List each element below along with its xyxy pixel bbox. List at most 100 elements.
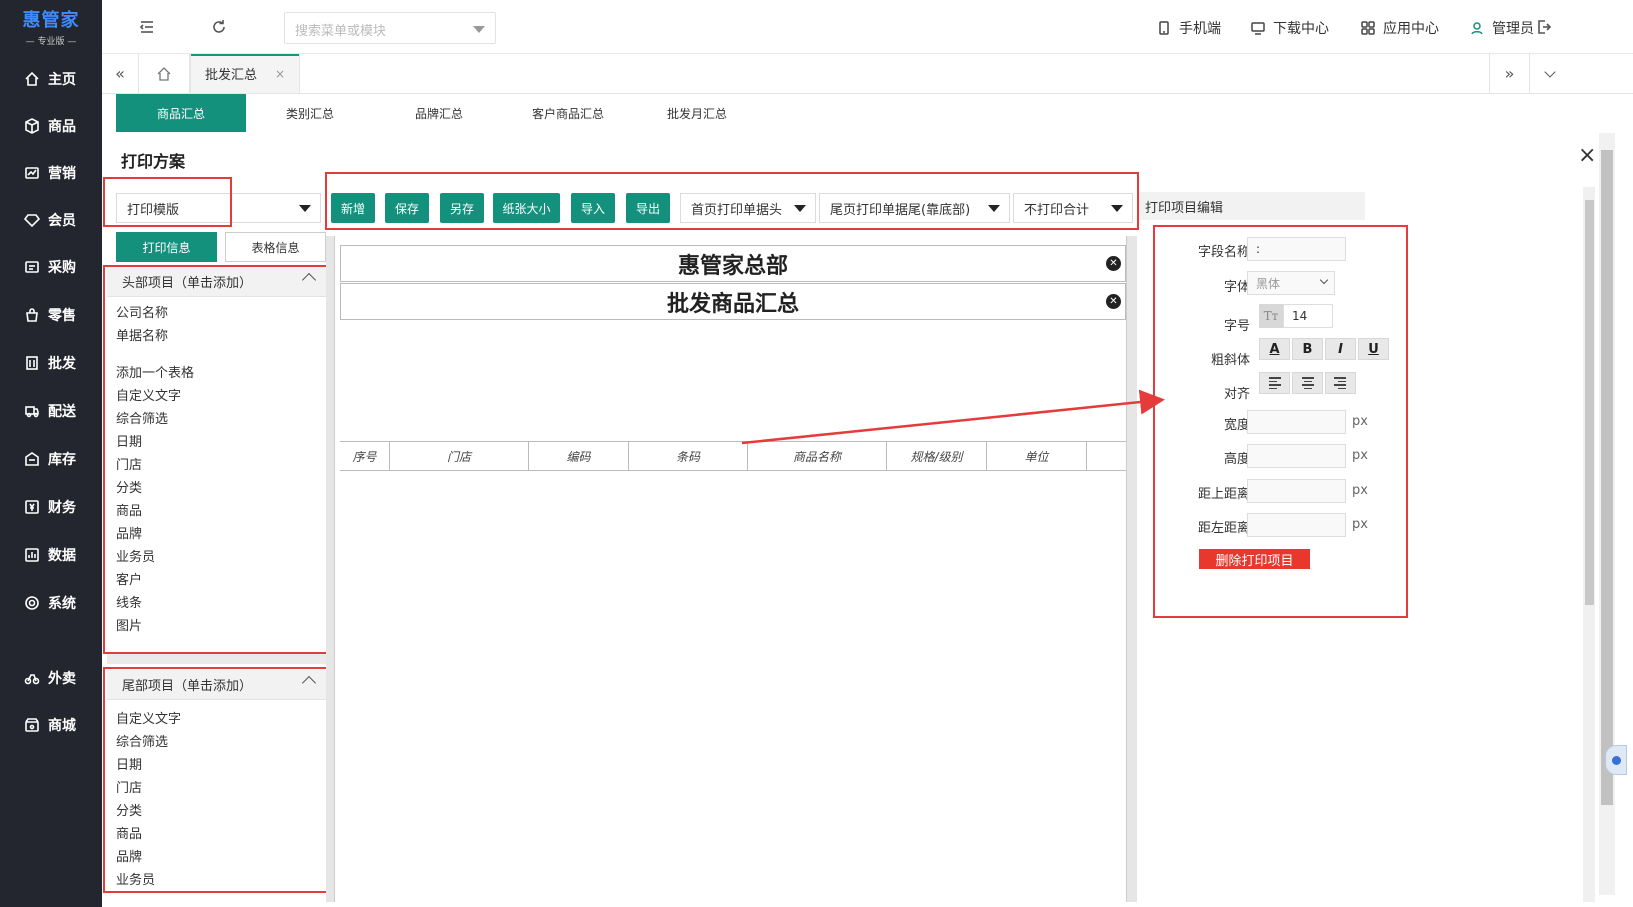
sidebar-item-12[interactable]: 外卖 — [0, 663, 102, 693]
align-center-icon[interactable] — [1292, 372, 1323, 394]
foot-items-panel-header[interactable]: 尾部项目（单击添加） — [107, 670, 326, 700]
head-item[interactable]: 门店 — [116, 454, 142, 473]
head-item[interactable]: 商品 — [116, 500, 142, 519]
sidebar-item-6[interactable]: 批发 — [0, 348, 102, 378]
total-print-select[interactable]: 不打印合计 — [1013, 193, 1133, 223]
remove-item-icon[interactable]: ✕ — [1106, 294, 1121, 309]
refresh-icon[interactable] — [210, 18, 228, 36]
report-tab-category-summary[interactable]: 类别汇总 — [245, 94, 375, 132]
report-tab-monthly-summary[interactable]: 批发月汇总 — [632, 94, 762, 132]
mobile-link[interactable]: 手机端 — [1156, 18, 1221, 38]
report-tab-brand-summary[interactable]: 品牌汇总 — [374, 94, 504, 132]
print-item-company-name[interactable]: 惠管家总部 ✕ — [340, 245, 1126, 282]
sidebar-item-7[interactable]: 配送 — [0, 396, 102, 426]
height-input[interactable] — [1247, 444, 1346, 468]
head-item[interactable]: 公司名称 — [116, 302, 168, 321]
table-column-header[interactable]: 编码 — [529, 442, 629, 470]
header-print-select[interactable]: 首页打印单据头 — [680, 193, 816, 223]
foot-item[interactable]: 门店 — [116, 777, 142, 796]
top-offset-input[interactable] — [1247, 479, 1346, 503]
table-column-header[interactable]: 序号 — [340, 442, 390, 470]
head-item[interactable]: 品牌 — [116, 523, 142, 542]
table-column-header[interactable]: 商品名称 — [748, 442, 887, 470]
head-item[interactable]: 分类 — [116, 477, 142, 496]
font-size-input[interactable]: 14 — [1283, 304, 1333, 328]
foot-item[interactable]: 日期 — [116, 754, 142, 773]
tab-scroll-left-icon[interactable]: « — [102, 54, 138, 93]
head-item[interactable]: 线条 — [116, 592, 142, 611]
page-scrollbar-thumb[interactable] — [1601, 150, 1613, 805]
align-right-icon[interactable] — [1325, 372, 1356, 394]
width-input[interactable] — [1247, 410, 1346, 434]
paper-size-button[interactable]: 纸张大小 — [493, 193, 560, 223]
tab-scroll-right-icon[interactable]: » — [1489, 54, 1529, 93]
foot-item[interactable]: 分类 — [116, 800, 142, 819]
user-menu[interactable]: 管理员 — [1469, 18, 1534, 38]
table-column-header[interactable]: 单位 — [987, 442, 1087, 470]
table-column-header[interactable]: 门店 — [390, 442, 529, 470]
report-tab-product-summary[interactable]: 商品汇总 — [116, 94, 246, 132]
assistant-float-icon[interactable] — [1605, 745, 1627, 775]
sidebar-item-10[interactable]: 数据 — [0, 540, 102, 570]
foot-item[interactable]: 商品 — [116, 823, 142, 842]
export-button[interactable]: 导出 — [626, 193, 670, 223]
print-canvas[interactable] — [334, 236, 1127, 902]
underline-button[interactable]: U — [1358, 338, 1389, 360]
table-info-tab[interactable]: 表格信息 — [225, 232, 326, 262]
footer-print-select[interactable]: 尾页打印单据尾(靠底部) — [819, 193, 1010, 223]
save-button[interactable]: 保存 — [385, 193, 429, 223]
bold-button[interactable]: B — [1292, 338, 1323, 360]
foot-item[interactable]: 业务员 — [116, 869, 155, 888]
close-tab-icon[interactable]: × — [275, 67, 285, 81]
table-column-header[interactable]: 规格/级别 — [887, 442, 987, 470]
foot-item[interactable]: 综合筛选 — [116, 731, 168, 750]
save-as-button[interactable]: 另存 — [440, 193, 484, 223]
report-tab-customer-product-summary[interactable]: 客户商品汇总 — [503, 94, 633, 132]
field-name-input[interactable]: : — [1247, 237, 1346, 261]
logo[interactable]: 惠管家 — 专业版 — — [0, 0, 102, 52]
sidebar-item-4[interactable]: 采购 — [0, 252, 102, 282]
left-offset-input[interactable] — [1247, 513, 1346, 537]
sidebar-item-0[interactable]: 主页 — [0, 64, 102, 94]
head-item[interactable]: 自定义文字 — [116, 385, 181, 404]
sidebar-item-13[interactable]: 商城 — [0, 710, 102, 740]
print-item-doc-title[interactable]: 批发商品汇总 ✕ — [340, 283, 1126, 320]
head-item[interactable]: 客户 — [116, 569, 142, 588]
menu-search-select[interactable]: 搜索菜单或模块 — [284, 12, 496, 44]
app-center-link[interactable]: 应用中心 — [1360, 18, 1439, 38]
head-item[interactable]: 日期 — [116, 431, 142, 450]
print-info-tab[interactable]: 打印信息 — [116, 232, 217, 262]
sidebar-item-5[interactable]: 零售 — [0, 300, 102, 330]
table-column-header[interactable]: 条码 — [629, 442, 748, 470]
remove-item-icon[interactable]: ✕ — [1106, 256, 1121, 271]
sidebar-item-2[interactable]: 营销 — [0, 158, 102, 188]
head-item[interactable]: 业务员 — [116, 546, 155, 565]
menu-toggle-icon[interactable] — [138, 18, 156, 36]
import-button[interactable]: 导入 — [571, 193, 615, 223]
logout-icon[interactable] — [1535, 18, 1553, 36]
download-center-link[interactable]: 下载中心 — [1250, 18, 1329, 38]
home-tab-icon[interactable] — [138, 54, 190, 93]
italic-button[interactable]: I — [1325, 338, 1356, 360]
head-item[interactable]: 综合筛选 — [116, 408, 168, 427]
text-color-button[interactable]: A — [1259, 338, 1290, 360]
close-dialog-icon[interactable]: × — [1578, 145, 1596, 167]
print-table-header[interactable]: 序号 门店 编码 条码 商品名称 规格/级别 单位 — [340, 441, 1126, 471]
print-template-select[interactable]: 打印模版 — [116, 193, 321, 223]
sidebar-item-3[interactable]: 会员 — [0, 205, 102, 235]
head-item[interactable]: 单据名称 — [116, 325, 168, 344]
sidebar-item-9[interactable]: 财务 — [0, 492, 102, 522]
delete-print-item-button[interactable]: 删除打印项目 — [1199, 549, 1310, 569]
inner-scrollbar-thumb[interactable] — [1585, 200, 1594, 605]
align-left-icon[interactable] — [1259, 372, 1290, 394]
sidebar-item-1[interactable]: 商品 — [0, 111, 102, 141]
head-item[interactable]: 添加一个表格 — [116, 362, 194, 381]
font-select[interactable]: 黑体 — [1247, 271, 1335, 295]
add-button[interactable]: 新增 — [331, 193, 375, 223]
head-item[interactable]: 图片 — [116, 615, 142, 634]
sidebar-item-11[interactable]: 系统 — [0, 588, 102, 618]
tab-wholesale-summary[interactable]: 批发汇总 × — [190, 54, 300, 93]
foot-item[interactable]: 自定义文字 — [116, 708, 181, 727]
tab-menu-chevron-icon[interactable] — [1529, 54, 1569, 93]
head-items-panel-header[interactable]: 头部项目（单击添加） — [107, 267, 326, 297]
